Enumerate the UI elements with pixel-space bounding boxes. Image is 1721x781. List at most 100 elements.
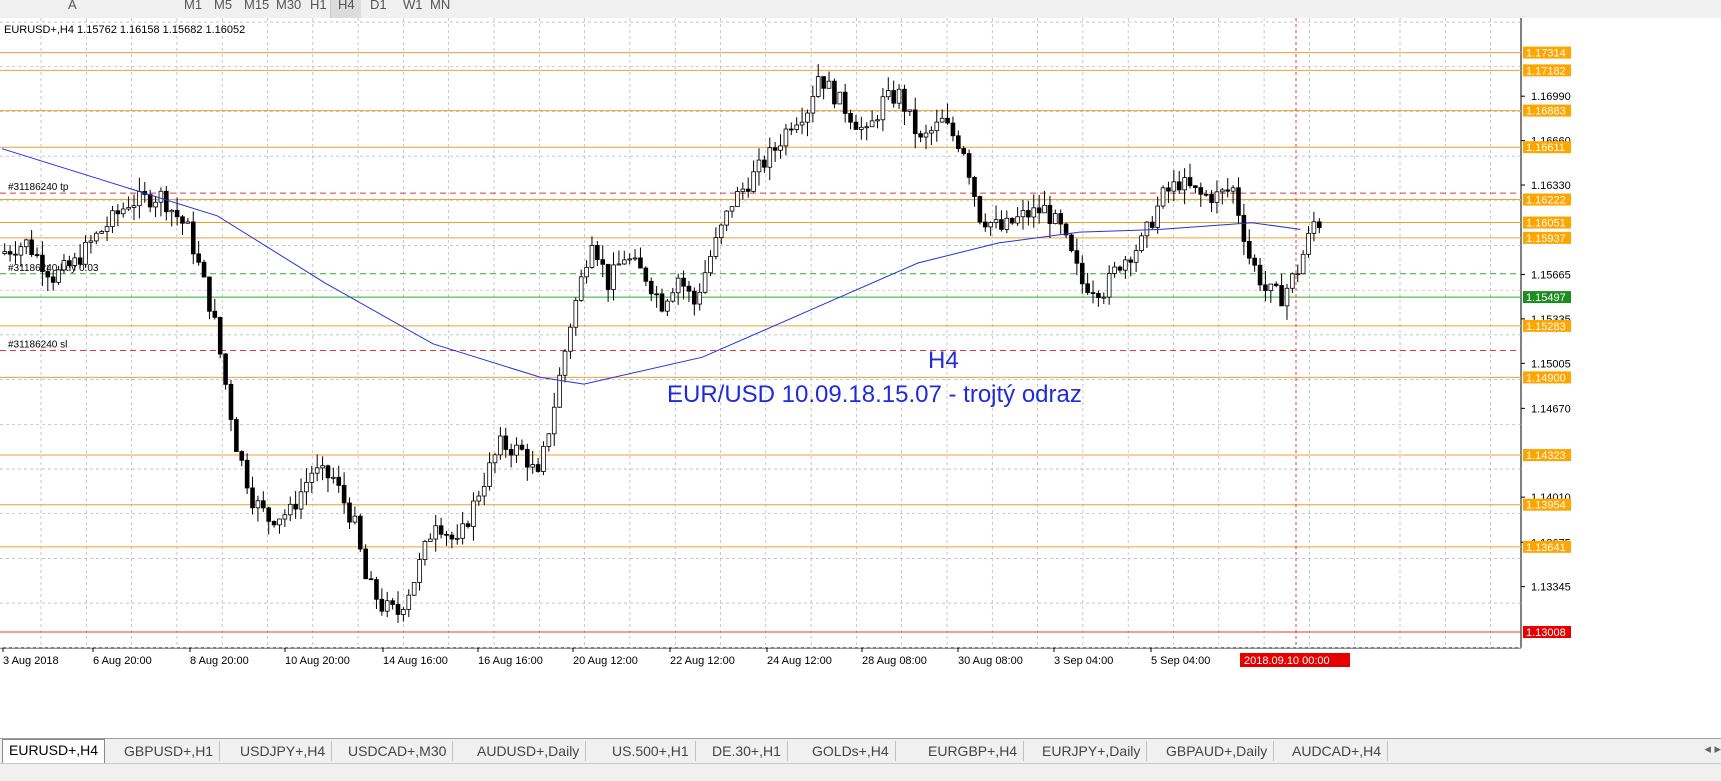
candle-body [907, 109, 913, 112]
candle-body [433, 525, 439, 540]
candle-body [740, 188, 746, 192]
time-axis-label: 30 Aug 08:00 [958, 655, 1023, 667]
candle-body [88, 240, 94, 243]
candle-body [670, 292, 676, 302]
toolbar-timeframe-d1[interactable]: D1 [370, 0, 387, 12]
chart-tab[interactable]: EURUSD+,H4 [2, 739, 106, 763]
candle-body [1182, 177, 1187, 191]
candle-body [950, 122, 956, 137]
candle-body [2, 251, 7, 255]
chart-tab[interactable]: GBPUSD+,H1 [118, 741, 221, 761]
candle-body [767, 147, 773, 168]
candle-body [1128, 259, 1134, 263]
candle-body [498, 435, 503, 456]
candle-body [1015, 216, 1020, 224]
status-strip [0, 763, 1721, 781]
candle-body [1279, 285, 1284, 307]
toolbar-timeframe-mn[interactable]: MN [430, 0, 450, 12]
candle-body [250, 487, 255, 509]
candle-body [93, 232, 99, 242]
chart-tab[interactable]: DE.30+,H1 [706, 741, 788, 761]
candle-body [982, 221, 988, 228]
price-chart[interactable]: #31186240 tp #31186240 buy 0.03 #31186240 … [0, 18, 1721, 710]
chart-tab[interactable]: USDJPY+,H4 [234, 741, 333, 761]
chart-tab[interactable]: AUDUSD+,Daily [471, 741, 587, 761]
candle-body [314, 467, 320, 474]
candle-body [1026, 210, 1031, 218]
candle-body [207, 276, 212, 312]
candle-body [762, 159, 767, 168]
chart-tab[interactable]: AUDCAD+,H4 [1286, 741, 1389, 761]
candle-body [772, 147, 778, 151]
candle-body [643, 267, 649, 282]
chart-annotation[interactable]: EUR/USD 10.09.18.15.07 - trojtý odraz [667, 381, 1082, 408]
chart-canvas[interactable]: #31186240 tp#31186240 buy 0.03#31186240 … [0, 18, 1721, 710]
candle-body [675, 277, 681, 294]
price-level-tag-text: 1.14323 [1526, 450, 1566, 462]
candle-body [848, 113, 853, 123]
candle-body [363, 548, 368, 580]
candle-body [551, 406, 557, 435]
candle-body [735, 191, 740, 207]
toolbar-timeframe-h1[interactable]: H1 [310, 0, 327, 12]
chart-tab[interactable]: USDCAD+,M30 [342, 741, 454, 761]
chart-label-h4[interactable]: H4 [928, 347, 959, 374]
candle-body [1300, 253, 1306, 275]
toolbar-timeframe-m1[interactable]: M1 [184, 0, 202, 12]
candle-body [961, 148, 967, 154]
chart-tab[interactable]: US.500+,H1 [606, 741, 696, 761]
candle-body [939, 117, 945, 123]
toolbar-timeframe-w1[interactable]: W1 [403, 0, 423, 12]
toolbar-timeframe-h4[interactable]: H4 [338, 0, 355, 12]
candle-body [945, 117, 950, 124]
candle-body [244, 459, 250, 489]
candle-body [1317, 221, 1322, 229]
candle-body [395, 604, 401, 615]
candle-body [384, 600, 390, 612]
candle-body [1074, 250, 1080, 264]
candle-body [1209, 194, 1214, 203]
candle-body [336, 476, 342, 486]
time-axis-label: 20 Aug 12:00 [573, 655, 638, 667]
price-level-tag-text: 1.15283 [1526, 321, 1566, 333]
candle-body [282, 514, 288, 520]
chart-tab[interactable]: GBPAUD+,Daily [1160, 741, 1275, 761]
candle-body [1284, 287, 1290, 307]
toolbar-timeframe-a[interactable]: A [68, 0, 77, 12]
candle-body [217, 316, 223, 355]
price-axis-label: 1.16330 [1531, 180, 1571, 192]
candle-body [724, 210, 729, 226]
candle-body [1166, 187, 1171, 192]
chart-tab[interactable]: EURGBP+,H4 [922, 741, 1025, 761]
chart-tab[interactable]: GOLDs+,H4 [806, 741, 896, 761]
toolbar-timeframe-m30[interactable]: M30 [276, 0, 301, 12]
candle-body [72, 257, 78, 266]
candle-body [1268, 283, 1274, 291]
chart-tab[interactable]: EURJPY+,Daily [1036, 741, 1148, 761]
candle-body [449, 534, 455, 540]
candle-body [390, 600, 395, 605]
candle-body [1311, 221, 1317, 234]
candle-body [174, 209, 180, 218]
toolbar-timeframe-m5[interactable]: M5 [214, 0, 232, 12]
order-lines: #31186240 tp#31186240 buy 0.03#31186240 … [0, 182, 1521, 352]
candle-body [1085, 283, 1090, 293]
candle-body [799, 121, 805, 126]
candle-body [422, 541, 428, 560]
candle-body [1176, 181, 1182, 191]
candle-body [578, 276, 584, 301]
candle-body [454, 537, 460, 540]
candle-body [589, 245, 595, 268]
candle-body [789, 128, 794, 131]
tab-scroll-arrows-icon[interactable]: ◂ ▸ [1704, 741, 1721, 757]
toolbar-timeframe-m15[interactable]: M15 [244, 0, 269, 12]
price-level-tag-text: 1.16611 [1526, 142, 1565, 154]
candle-body [546, 433, 552, 447]
candle-body [929, 130, 934, 134]
candle-body [783, 128, 789, 147]
chart-tabs-bar: ◂ ▸ EURUSD+,H4 GBPUSD+,H1 USDJPY+,H4 USDCAD… [0, 738, 1721, 763]
candle-body [61, 260, 67, 271]
order-sl-label: #31186240 sl [8, 340, 67, 351]
candle-body [261, 500, 266, 509]
price-axis-label: 1.15005 [1531, 358, 1571, 370]
